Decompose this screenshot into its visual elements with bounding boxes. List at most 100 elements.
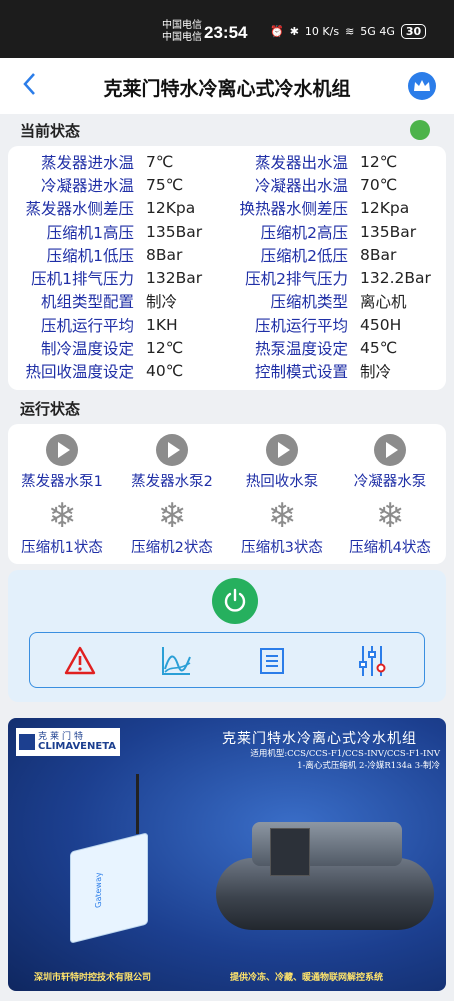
status-value: 45℃	[360, 339, 398, 358]
status-value: 7℃	[146, 152, 174, 171]
clock: 23:54	[204, 23, 248, 42]
status-label: 压机1排气压力	[31, 270, 134, 289]
status-label: 压缩机2高压	[260, 223, 348, 242]
app-header: 克莱门特水冷离心式冷水机组	[0, 58, 454, 114]
vip-button[interactable]	[408, 72, 436, 100]
banner-footer-company: 深圳市轩特时控技术有限公司	[34, 973, 152, 983]
compressor-label: 压缩机1状态	[21, 540, 103, 556]
alarm-button[interactable]	[62, 643, 98, 679]
status-row: 压机1排气压力 132Bar 压机2排气压力 132.2Bar	[8, 266, 446, 289]
pump-item-2[interactable]: 蒸发器水泵2	[118, 432, 226, 491]
status-label: 热回收温度设定	[25, 363, 134, 382]
trend-button[interactable]	[158, 643, 194, 679]
logo-mark-icon	[19, 734, 35, 750]
carrier-info: 中国电信 中国电信	[162, 20, 202, 44]
status-row: 机组类型配置 制冷 压缩机类型 离心机	[8, 290, 446, 313]
alarm-clock-icon: ⏰	[270, 25, 284, 38]
compressor-item-2[interactable]: ❄ 压缩机2状态	[118, 498, 226, 557]
status-row: 热回收温度设定 40℃ 控制模式设置 制冷	[8, 360, 446, 383]
compressor-item-1[interactable]: ❄ 压缩机1状态	[8, 498, 116, 557]
status-row: 蒸发器水侧差压 12Kpa 换热器水侧差压 12Kpa	[8, 197, 446, 220]
settings-button[interactable]	[354, 643, 390, 679]
status-value: 12Kpa	[360, 199, 410, 218]
status-value: 1KH	[146, 315, 178, 334]
power-button[interactable]	[212, 578, 258, 624]
status-value: 离心机	[360, 293, 407, 312]
status-value: 40℃	[146, 362, 184, 381]
online-status-indicator	[410, 120, 430, 140]
status-label: 换热器水侧差压	[239, 200, 348, 219]
gateway-label: Gateway	[94, 871, 104, 909]
play-icon	[156, 434, 188, 466]
control-panel	[8, 570, 446, 702]
current-status-card: 蒸发器进水温 7℃ 蒸发器出水温 12℃ 冷凝器进水温 75℃ 冷凝器出水温 70℃ 蒸发器水侧…	[8, 146, 446, 390]
bluetooth-icon: ✱	[289, 25, 299, 38]
pump-label: 冷凝器水泵	[353, 474, 427, 490]
banner-subtitle: 适用机型:CCS/CCS-F1/CCS-INV/CCS-F1-INV 1-离心式…	[244, 748, 440, 772]
status-label: 压缩机类型	[270, 293, 348, 312]
run-status-title: 运行状态	[20, 400, 81, 418]
status-value: 制冷	[146, 293, 178, 312]
carrier-2: 中国电信	[162, 32, 202, 43]
brand-logo: 克莱门特 CLIMAVENETA	[16, 728, 120, 756]
wifi-icon: ≋	[345, 25, 355, 38]
pump-label: 蒸发器水泵1	[21, 474, 103, 490]
play-icon	[46, 434, 78, 466]
status-value: 12Kpa	[146, 199, 196, 218]
status-label: 压机2排气压力	[245, 270, 348, 289]
product-banner: 克莱门特 CLIMAVENETA 克莱门特水冷离心式冷水机组 适用机型:CCS/…	[8, 718, 446, 991]
banner-title: 克莱门特水冷离心式冷水机组	[222, 731, 417, 747]
list-icon	[260, 648, 284, 674]
status-label: 压缩机1高压	[46, 223, 134, 242]
status-label: 蒸发器出水温	[254, 153, 348, 172]
snowflake-icon: ❄	[47, 496, 77, 536]
snowflake-icon: ❄	[375, 496, 405, 536]
status-row: 压缩机1低压 8Bar 压缩机2低压 8Bar	[8, 243, 446, 266]
compressor-item-4[interactable]: ❄ 压缩机4状态	[336, 498, 444, 557]
status-label: 压机运行平均	[254, 316, 348, 335]
logo-en-text: CLIMAVENETA	[38, 741, 116, 752]
pump-item-1[interactable]: 蒸发器水泵1	[8, 432, 116, 491]
status-value: 8Bar	[360, 245, 397, 264]
chiller-image	[216, 858, 434, 930]
pump-item-4[interactable]: 冷凝器水泵	[336, 432, 444, 491]
status-value: 132Bar	[146, 269, 203, 288]
status-label: 控制模式设置	[254, 363, 348, 382]
alarm-icon	[64, 646, 96, 675]
status-label: 热泵温度设定	[254, 340, 348, 359]
power-icon	[224, 588, 246, 612]
battery-icon: 30	[400, 24, 427, 39]
status-label: 冷凝器出水温	[254, 176, 348, 195]
net-speed: 10 K/s	[304, 25, 340, 38]
function-toolbar	[29, 632, 425, 688]
pump-label: 蒸发器水泵2	[131, 474, 213, 490]
trend-chart-icon	[162, 647, 191, 675]
system-status-bar: 中国电信 中国电信 23:54 ⏰ ✱ 10 K/s ≋ 5G 4G 30	[0, 0, 454, 58]
status-label: 机组类型配置	[40, 293, 134, 312]
status-value: 12℃	[360, 152, 398, 171]
carrier-1: 中国电信	[162, 20, 202, 31]
list-button[interactable]	[254, 643, 290, 679]
chiller-control-cabinet	[270, 828, 310, 876]
status-row: 压缩机1高压 135Bar 压缩机2高压 135Bar	[8, 220, 446, 243]
status-label: 冷凝器进水温	[40, 176, 134, 195]
snowflake-icon: ❄	[157, 496, 187, 536]
run-status-card: 蒸发器水泵1 蒸发器水泵2 热回收水泵 冷凝器水泵 ❄ 压缩机1状态 ❄ 压缩机2状态 ❄ 压缩机…	[8, 424, 446, 564]
pump-item-3[interactable]: 热回收水泵	[228, 432, 336, 491]
status-label: 蒸发器水侧差压	[25, 200, 134, 219]
status-label: 压机运行平均	[40, 316, 134, 335]
status-value: 132.2Bar	[360, 269, 431, 288]
gateway-device-image: Gateway	[70, 832, 148, 944]
compressor-label: 压缩机2状态	[131, 540, 213, 556]
compressor-label: 压缩机4状态	[349, 540, 431, 556]
status-label: 制冷温度设定	[40, 340, 134, 359]
status-icons: ⏰ ✱ 10 K/s ≋ 5G 4G 30	[270, 24, 427, 39]
compressor-item-3[interactable]: ❄ 压缩机3状态	[228, 498, 336, 557]
status-row: 冷凝器进水温 75℃ 冷凝器出水温 70℃	[8, 173, 446, 196]
status-value: 制冷	[360, 363, 392, 382]
banner-specs: 1-离心式压缩机 2-冷媒R134a 3-制冷	[297, 761, 440, 771]
signal-icon: 5G 4G	[360, 25, 395, 38]
snowflake-icon: ❄	[267, 496, 297, 536]
current-status-title: 当前状态	[20, 122, 81, 140]
status-value: 135Bar	[360, 222, 417, 241]
